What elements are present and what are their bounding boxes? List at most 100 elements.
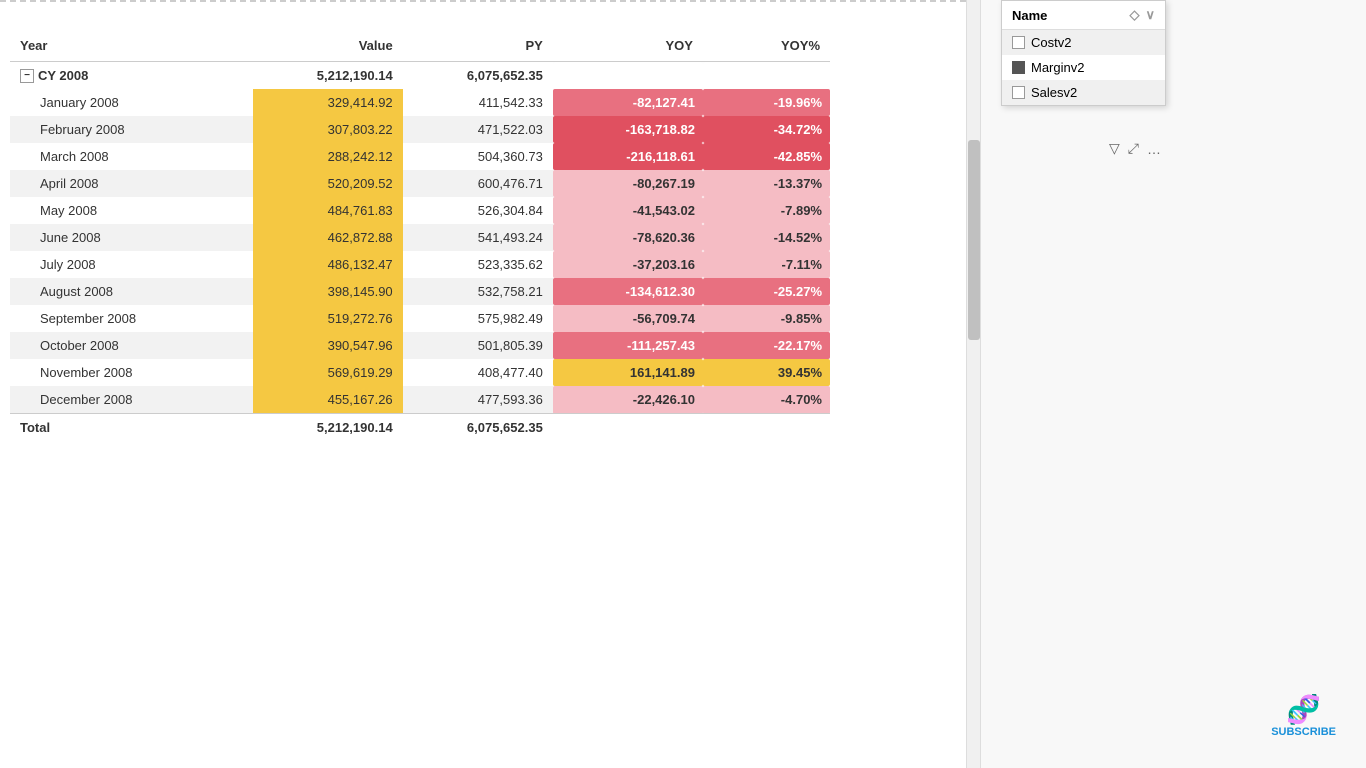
more-icon[interactable]: … [1147,141,1161,157]
filter-item[interactable]: Marginv2 [1002,55,1165,80]
month-value: 519,272.76 [253,305,403,332]
total-yoy-pct: -14.21% [703,414,830,442]
col-header-value[interactable]: Value [253,30,403,62]
month-label: September 2008 [10,305,253,332]
data-table: Year Value PY YOY YOY% − CY 2008 5,212,1… [10,30,830,441]
month-yoy: -22,426.10 [553,386,703,414]
col-header-year[interactable]: Year [10,30,253,62]
month-py: 532,758.21 [403,278,553,305]
month-yoy: -41,543.02 [553,197,703,224]
month-value: 486,132.47 [253,251,403,278]
col-header-yoy-pct[interactable]: YOY% [703,30,830,62]
month-yoy-pct: -14.52% [703,224,830,251]
cy-yoy-pct-cell: -14.21% [703,62,830,90]
cy-year-cell: − CY 2008 [10,62,253,90]
month-yoy: -216,118.61 [553,143,703,170]
filter-icon[interactable]: ▽ [1109,140,1120,157]
month-label: February 2008 [10,116,253,143]
month-py: 526,304.84 [403,197,553,224]
cy-py-cell: 6,075,652.35 [403,62,553,90]
month-py: 504,360.73 [403,143,553,170]
month-value: 569,619.29 [253,359,403,386]
table-row: July 2008 486,132.47 523,335.62 -37,203.… [10,251,830,278]
month-yoy: -111,257.43 [553,332,703,359]
month-yoy-pct: -42.85% [703,143,830,170]
month-label: May 2008 [10,197,253,224]
month-py: 541,493.24 [403,224,553,251]
subscribe-label: SUBSCRIBE [1271,726,1336,738]
filter-item[interactable]: Salesv2 [1002,80,1165,105]
month-yoy-pct: -19.96% [703,89,830,116]
table-row: May 2008 484,761.83 526,304.84 -41,543.0… [10,197,830,224]
table-row: August 2008 398,145.90 532,758.21 -134,6… [10,278,830,305]
table-row: April 2008 520,209.52 600,476.71 -80,267… [10,170,830,197]
month-value: 307,803.22 [253,116,403,143]
month-yoy-pct: -9.85% [703,305,830,332]
subscribe-badge[interactable]: 🧬 SUBSCRIBE [1271,693,1336,738]
month-yoy: 161,141.89 [553,359,703,386]
table-row: September 2008 519,272.76 575,982.49 -56… [10,305,830,332]
month-label: January 2008 [10,89,253,116]
month-label: April 2008 [10,170,253,197]
toolbar-icons: ▽ ⤢ … [1109,140,1161,157]
total-label: Total [10,414,253,442]
month-value: 520,209.52 [253,170,403,197]
month-yoy: -82,127.41 [553,89,703,116]
table-row: March 2008 288,242.12 504,360.73 -216,11… [10,143,830,170]
filter-item-label: Costv2 [1031,35,1071,50]
right-panel [980,0,1366,768]
col-header-yoy[interactable]: YOY [553,30,703,62]
col-header-py[interactable]: PY [403,30,553,62]
scrollbar-track[interactable] [966,0,980,768]
month-label: June 2008 [10,224,253,251]
expand-icon[interactable]: ⤢ [1128,140,1139,157]
checkbox-unchecked[interactable] [1012,86,1025,99]
month-yoy-pct: -7.11% [703,251,830,278]
filter-item[interactable]: Costv2 [1002,30,1165,55]
month-value: 455,167.26 [253,386,403,414]
month-value: 390,547.96 [253,332,403,359]
filter-item-label: Salesv2 [1031,85,1077,100]
month-py: 477,593.36 [403,386,553,414]
filter-panel: Name ◇ ∨ Costv2 Marginv2 Salesv2 [1001,0,1166,106]
month-yoy: -80,267.19 [553,170,703,197]
table-row: December 2008 455,167.26 477,593.36 -22,… [10,386,830,414]
month-py: 501,805.39 [403,332,553,359]
month-label: March 2008 [10,143,253,170]
table-row: February 2008 307,803.22 471,522.03 -163… [10,116,830,143]
cy-yoy-cell: -863,462.21 [553,62,703,90]
month-label: October 2008 [10,332,253,359]
month-py: 575,982.49 [403,305,553,332]
checkbox-checked[interactable] [1012,61,1025,74]
filter-eraser-icon[interactable]: ◇ [1129,7,1139,23]
total-row: Total 5,212,190.14 6,075,652.35 -863,462… [10,414,830,442]
checkbox-unchecked[interactable] [1012,36,1025,49]
filter-items-container: Costv2 Marginv2 Salesv2 [1002,30,1165,105]
month-value: 329,414.92 [253,89,403,116]
month-yoy: -78,620.36 [553,224,703,251]
cy-row: − CY 2008 5,212,190.14 6,075,652.35 -863… [10,62,830,90]
table-row: January 2008 329,414.92 411,542.33 -82,1… [10,89,830,116]
month-yoy: -56,709.74 [553,305,703,332]
filter-chevron-icon[interactable]: ∨ [1145,7,1155,23]
month-yoy-pct: 39.45% [703,359,830,386]
month-value: 398,145.90 [253,278,403,305]
table-row: October 2008 390,547.96 501,805.39 -111,… [10,332,830,359]
month-yoy-pct: -34.72% [703,116,830,143]
cy-value-cell: 5,212,190.14 [253,62,403,90]
month-label: August 2008 [10,278,253,305]
table-header-row: Year Value PY YOY YOY% [10,30,830,62]
month-yoy-pct: -4.70% [703,386,830,414]
collapse-button[interactable]: − [20,69,34,83]
total-yoy: -863,462.21 [553,414,703,442]
month-value: 484,761.83 [253,197,403,224]
month-value: 288,242.12 [253,143,403,170]
month-yoy: -134,612.30 [553,278,703,305]
table-row: June 2008 462,872.88 541,493.24 -78,620.… [10,224,830,251]
filter-header-actions: ◇ ∨ [1129,7,1155,23]
month-yoy-pct: -7.89% [703,197,830,224]
scrollbar-thumb[interactable] [968,140,980,340]
total-value: 5,212,190.14 [253,414,403,442]
dna-icon: 🧬 [1286,693,1321,726]
month-py: 411,542.33 [403,89,553,116]
